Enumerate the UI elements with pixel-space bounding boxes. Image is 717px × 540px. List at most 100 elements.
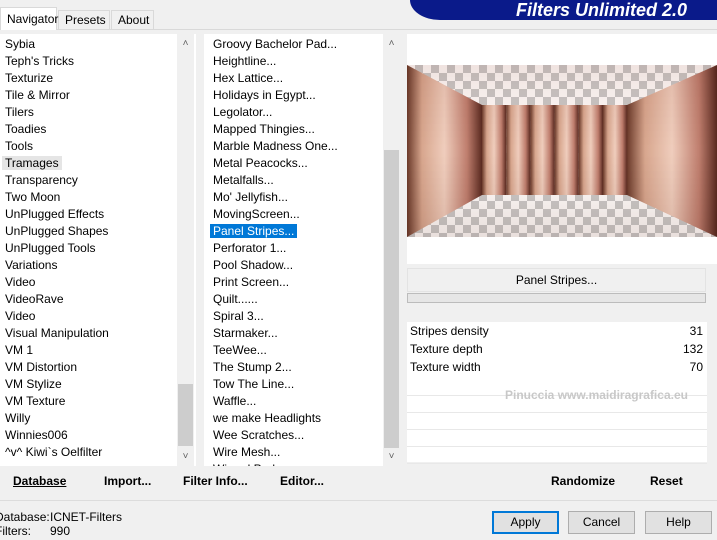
category-item[interactable]: Transparency — [5, 173, 78, 187]
filter-item-row[interactable]: Groovy Bachelor Pad... — [208, 36, 400, 53]
category-item[interactable]: Winnies006 — [5, 428, 68, 442]
filter-item-row[interactable]: Wire Mesh... — [208, 444, 400, 461]
param-row[interactable]: Texture depth 132 — [407, 341, 707, 358]
scroll-up-icon[interactable]: ˄ — [383, 35, 400, 52]
filter-item[interactable]: The Stump 2... — [213, 360, 292, 374]
editor-button[interactable]: Editor... — [280, 474, 324, 488]
category-item[interactable]: Willy — [5, 411, 30, 425]
filter-item[interactable]: Pool Shadow... — [213, 258, 293, 272]
filter-item[interactable]: Quilt...... — [213, 292, 258, 306]
filter-item-row[interactable]: Heightline... — [208, 53, 400, 70]
category-item-row[interactable]: UnPlugged Effects — [0, 206, 196, 223]
category-item-row[interactable]: Willy — [0, 410, 196, 427]
category-item-row[interactable]: Tools — [0, 138, 196, 155]
filter-item-row[interactable]: Holidays in Egypt... — [208, 87, 400, 104]
category-item-row[interactable]: ^v^ Kiwi`s Oelfilter — [0, 444, 196, 461]
category-item-row[interactable]: Visual Manipulation — [0, 325, 196, 342]
category-item-row[interactable]: Tramages — [0, 155, 196, 172]
filter-item[interactable]: Groovy Bachelor Pad... — [213, 37, 337, 51]
filter-item-row[interactable]: Panel Stripes... — [208, 223, 400, 240]
category-item[interactable]: Visual Manipulation — [5, 326, 109, 340]
filter-item[interactable]: Metalfalls... — [213, 173, 274, 187]
filter-scrollbar[interactable]: ˄ ˅ — [383, 34, 400, 466]
category-item-row[interactable]: Tilers — [0, 104, 196, 121]
category-item[interactable]: Texturize — [5, 71, 53, 85]
filter-item-row[interactable]: Metal Peacocks... — [208, 155, 400, 172]
filter-item-row[interactable]: Starmaker... — [208, 325, 400, 342]
filter-item-row[interactable]: The Stump 2... — [208, 359, 400, 376]
filter-item[interactable]: Marble Madness One... — [213, 139, 338, 153]
category-item-row[interactable]: VideoRave — [0, 291, 196, 308]
filter-item-row[interactable]: Hex Lattice... — [208, 70, 400, 87]
filter-item[interactable]: Wizard Pad... — [213, 462, 285, 466]
filter-item-row[interactable]: Wizard Pad... — [208, 461, 400, 466]
filter-item[interactable]: Perforator 1... — [213, 241, 286, 255]
filter-item[interactable]: Legolator... — [213, 105, 272, 119]
filter-item-row[interactable]: Mo' Jellyfish... — [208, 189, 400, 206]
category-item[interactable]: Video — [5, 309, 35, 323]
category-item-row[interactable]: Winnies006 — [0, 427, 196, 444]
randomize-button[interactable]: Randomize — [551, 474, 615, 488]
filter-item-row[interactable]: Wee Scratches... — [208, 427, 400, 444]
filter-item-row[interactable]: MovingScreen... — [208, 206, 400, 223]
category-item-row[interactable]: VM 1 — [0, 342, 196, 359]
category-item[interactable]: UnPlugged Effects — [5, 207, 104, 221]
scroll-up-icon[interactable]: ˄ — [177, 35, 194, 52]
filter-item-row[interactable]: Metalfalls... — [208, 172, 400, 189]
tab-about[interactable]: About — [111, 10, 154, 29]
import-button[interactable]: Import... — [104, 474, 151, 488]
filter-item-row[interactable]: Legolator... — [208, 104, 400, 121]
filter-item[interactable]: Tow The Line... — [213, 377, 294, 391]
category-item[interactable]: VM 1 — [5, 343, 33, 357]
category-item[interactable]: Two Moon — [5, 190, 60, 204]
tab-navigator[interactable]: Navigator — [0, 7, 58, 30]
help-button[interactable]: Help — [645, 511, 712, 534]
filter-item[interactable]: Holidays in Egypt... — [213, 88, 316, 102]
category-item-row[interactable]: Video — [0, 308, 196, 325]
category-item[interactable]: Toadies — [5, 122, 46, 136]
scroll-down-icon[interactable]: ˅ — [177, 448, 194, 465]
param-value[interactable]: 31 — [690, 323, 703, 340]
filter-item[interactable]: Wire Mesh... — [213, 445, 280, 459]
filter-item[interactable]: Wee Scratches... — [213, 428, 304, 442]
filter-item-row[interactable]: Perforator 1... — [208, 240, 400, 257]
filter-item-row[interactable]: Pool Shadow... — [208, 257, 400, 274]
scroll-thumb[interactable] — [178, 384, 193, 446]
filter-item[interactable]: we make Headlights — [213, 411, 321, 425]
category-item-row[interactable]: VM Texture — [0, 393, 196, 410]
category-item[interactable]: Tramages — [2, 156, 62, 170]
category-item[interactable]: Tilers — [5, 105, 34, 119]
category-item[interactable]: Teph's Tricks — [5, 54, 74, 68]
category-item-row[interactable]: Variations — [0, 257, 196, 274]
cancel-button[interactable]: Cancel — [568, 511, 635, 534]
tab-presets[interactable]: Presets — [58, 10, 110, 29]
category-item-row[interactable]: Video — [0, 274, 196, 291]
filter-item[interactable]: TeeWee... — [213, 343, 267, 357]
category-item-row[interactable]: Sybia — [0, 36, 196, 53]
filter-info-button[interactable]: Filter Info... — [183, 474, 248, 488]
category-item-row[interactable]: Teph's Tricks — [0, 53, 196, 70]
category-item[interactable]: Tile & Mirror — [5, 88, 70, 102]
param-value[interactable]: 132 — [683, 341, 703, 358]
category-item-row[interactable]: Transparency — [0, 172, 196, 189]
filter-item-row[interactable]: Spiral 3... — [208, 308, 400, 325]
category-item-row[interactable]: UnPlugged Shapes — [0, 223, 196, 240]
category-item[interactable]: VM Distortion — [5, 360, 77, 374]
filter-item[interactable]: Panel Stripes... — [210, 224, 298, 238]
category-item-row[interactable]: UnPlugged Tools — [0, 240, 196, 257]
database-button[interactable]: Database — [13, 474, 66, 488]
category-item-row[interactable]: VM Stylize — [0, 376, 196, 393]
apply-button[interactable]: Apply — [492, 511, 559, 534]
filter-item-row[interactable]: Mapped Thingies... — [208, 121, 400, 138]
filter-item[interactable]: MovingScreen... — [213, 207, 300, 221]
filter-item[interactable]: Waffle... — [213, 394, 256, 408]
filter-item[interactable]: Mo' Jellyfish... — [213, 190, 288, 204]
param-value[interactable]: 70 — [690, 359, 703, 376]
category-item[interactable]: UnPlugged Tools — [5, 241, 96, 255]
filter-list[interactable]: Groovy Bachelor Pad... Heightline... Hex L… — [204, 34, 400, 466]
category-item-row[interactable]: VM Distortion — [0, 359, 196, 376]
filter-item-row[interactable]: Tow The Line... — [208, 376, 400, 393]
filter-item[interactable]: Spiral 3... — [213, 309, 264, 323]
category-item[interactable]: VM Texture — [5, 394, 65, 408]
category-item-row[interactable]: Two Moon — [0, 189, 196, 206]
